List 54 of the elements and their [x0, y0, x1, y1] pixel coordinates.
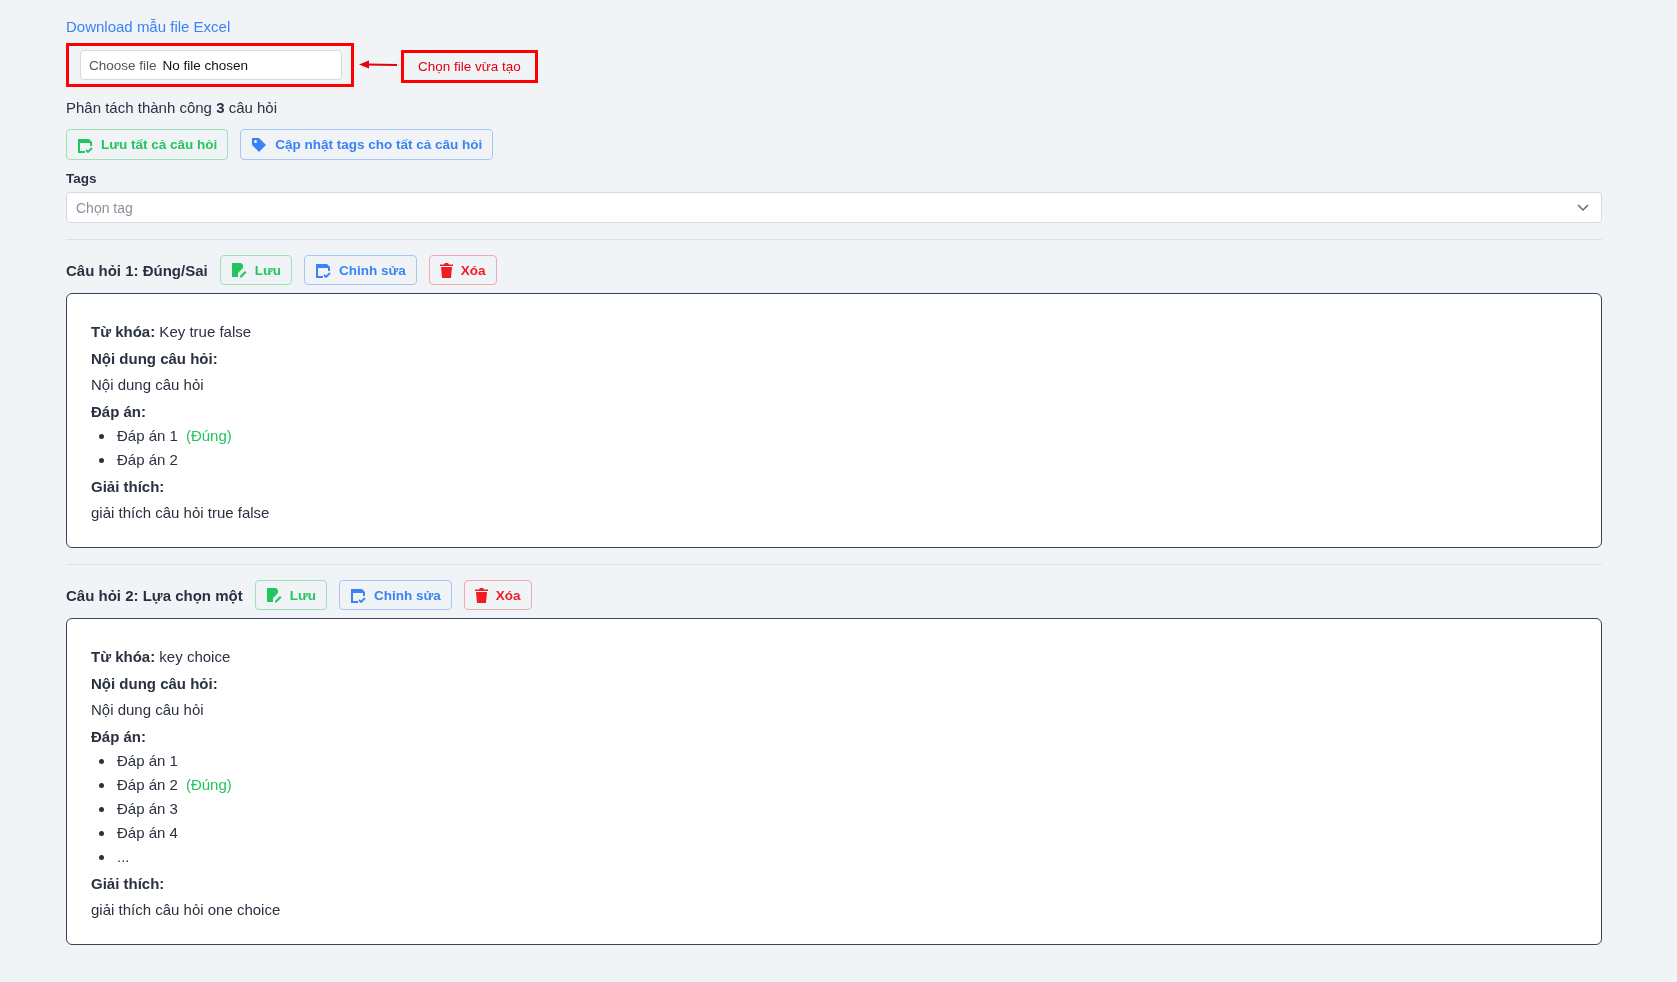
question-title: Câu hỏi 1: Đúng/Sai — [66, 261, 208, 279]
bullet-icon — [99, 457, 104, 463]
answer-text: Đáp án 4 — [117, 823, 178, 843]
trash-icon — [439, 262, 453, 278]
edit-button[interactable]: Chỉnh sửa — [303, 255, 417, 285]
tag-select[interactable]: Chọn tag — [66, 192, 1602, 223]
bullet-icon — [99, 782, 104, 788]
correct-tag: (Đúng) — [185, 773, 232, 797]
edit-button[interactable]: Chỉnh sửa — [339, 580, 452, 610]
bullet-icon — [99, 854, 104, 860]
save-button[interactable]: Lưu tất cả câu hỏi — [66, 129, 229, 160]
keyword-text: Từ khóa: key choice — [91, 647, 231, 667]
save-icon — [314, 262, 331, 278]
question-title: Câu hỏi 2: Lựa chọn một — [66, 586, 243, 604]
download-link[interactable]: Download mẫu file Excel — [66, 18, 231, 35]
explanation-label: Giải thích: — [91, 477, 165, 497]
bullet-icon — [99, 806, 104, 812]
chevron-down-icon — [1577, 203, 1589, 212]
result-text: Phân tách thành công 3 câu hỏi — [66, 99, 277, 116]
save-icon — [77, 136, 93, 153]
keyword-text: Từ khóa: Key true false — [91, 322, 252, 342]
annotation-arrow — [359, 60, 397, 70]
content-text: Nội dung câu hỏi — [91, 700, 204, 720]
delete-button[interactable]: Xóa — [428, 255, 497, 285]
answer-text: Đáp án 1 — [117, 426, 178, 446]
explanation-label: Giải thích: — [91, 874, 165, 894]
delete-button[interactable]: Xóa — [463, 580, 532, 610]
explanation-text: giải thích câu hỏi one choice — [91, 900, 281, 920]
bullet-icon — [99, 758, 104, 764]
bullet-icon — [99, 830, 104, 836]
answer-text: ... — [117, 847, 130, 867]
annotation-callout: Chọn file vừa tạo — [401, 49, 538, 83]
tags-label: Tags — [66, 171, 97, 186]
edit-document-icon — [265, 587, 282, 603]
content-label: Nội dung câu hỏi: — [91, 674, 218, 694]
trash-icon — [474, 587, 488, 603]
bullet-icon — [99, 433, 104, 439]
content-text: Nội dung câu hỏi — [91, 375, 204, 395]
answer-text: Đáp án 2 — [117, 450, 178, 470]
correct-tag: (Đúng) — [185, 424, 232, 448]
explanation-text: giải thích câu hỏi true false — [91, 503, 270, 523]
save-icon — [350, 587, 366, 603]
answer-text: Đáp án 1 — [117, 751, 178, 771]
tag-icon — [251, 136, 268, 153]
answer-text: Đáp án 2 — [117, 775, 178, 795]
answer-text: Đáp án 3 — [117, 799, 178, 819]
update-tags-button[interactable]: Cập nhật tags cho tất cả câu hỏi — [240, 129, 494, 160]
edit-document-icon — [230, 262, 247, 278]
save-button[interactable]: Lưu — [219, 255, 292, 285]
content-label: Nội dung câu hỏi: — [91, 349, 218, 369]
save-button[interactable]: Lưu — [254, 580, 327, 610]
file-input[interactable]: Choose file No file chosen — [80, 50, 342, 80]
answers-label: Đáp án: — [91, 727, 146, 747]
answers-label: Đáp án: — [91, 402, 146, 422]
